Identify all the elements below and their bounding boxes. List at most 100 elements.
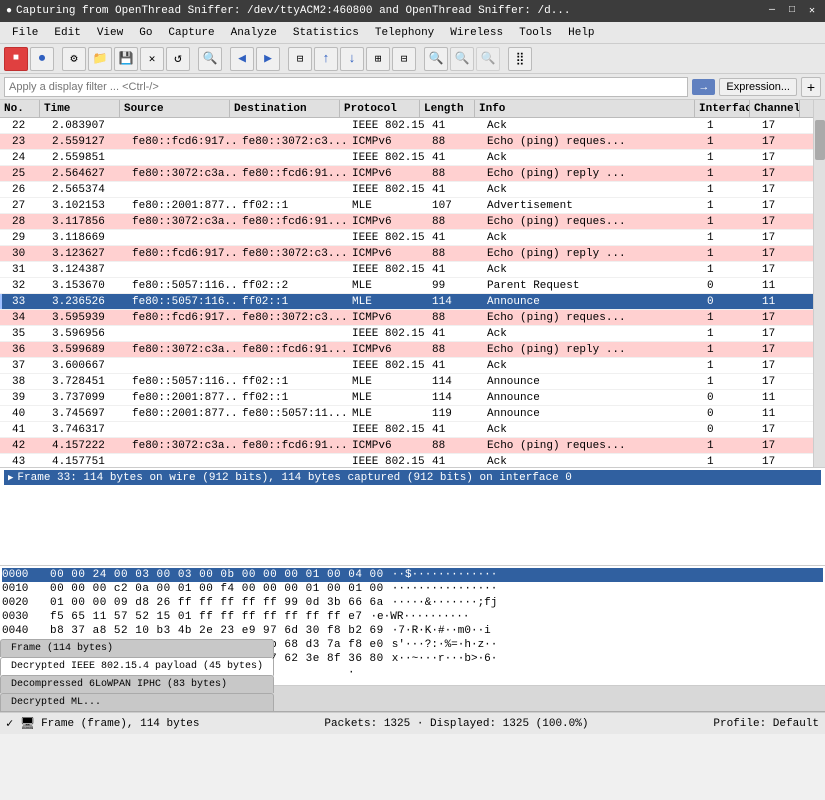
- cell: MLE: [348, 200, 428, 212]
- toolbar-zoom-out[interactable]: 🔍: [450, 47, 474, 71]
- table-row[interactable]: 434.157751IEEE 802.15.441Ack117: [0, 454, 813, 468]
- tree-item[interactable]: ▶Frame 33: 114 bytes on wire (912 bits),…: [4, 470, 821, 485]
- toolbar-forward[interactable]: ▶: [256, 47, 280, 71]
- table-row[interactable]: 232.559127fe80::fcd6:917...fe80::3072:c3…: [0, 134, 813, 150]
- toolbar-scroll-up[interactable]: ↑: [314, 47, 338, 71]
- cell: fe80::3072:c3...: [238, 136, 348, 148]
- tree-item[interactable]: ▶User Datagram Protocol, Src Port: 19788…: [4, 545, 821, 560]
- close-btn[interactable]: ✕: [805, 5, 819, 17]
- hex-row[interactable]: 0040 b8 37 a8 52 10 b3 4b 2e 23 e9 97 6d…: [2, 624, 823, 638]
- table-row[interactable]: 403.745697fe80::2001:877...fe80::5057:11…: [0, 406, 813, 422]
- menu-item-analyze[interactable]: Analyze: [223, 25, 285, 41]
- menu-item-go[interactable]: Go: [131, 25, 160, 41]
- table-row[interactable]: 343.595939fe80::fcd6:917...fe80::3072:c3…: [0, 310, 813, 326]
- toolbar-columns[interactable]: ⣿: [508, 47, 532, 71]
- hex-row[interactable]: 0020 01 00 00 09 d8 26 ff ff ff ff ff 99…: [2, 596, 823, 610]
- table-row[interactable]: 313.124387IEEE 802.15.441Ack117: [0, 262, 813, 278]
- add-filter-btn[interactable]: +: [801, 77, 821, 97]
- toolbar-open[interactable]: 📁: [88, 47, 112, 71]
- table-row[interactable]: 323.153670fe80::5057:116...ff02::2MLE99P…: [0, 278, 813, 294]
- menu-item-file[interactable]: File: [4, 25, 46, 41]
- maximize-btn[interactable]: □: [785, 5, 799, 17]
- toolbar-options[interactable]: ⚙: [62, 47, 86, 71]
- toolbar-time-ref[interactable]: ⊞: [366, 47, 390, 71]
- toolbar-zoom-in[interactable]: 🔍: [424, 47, 448, 71]
- hex-row[interactable]: 0000 00 00 24 00 03 00 03 00 0b 00 00 00…: [2, 568, 823, 582]
- table-row[interactable]: 252.564627fe80::3072:c3a...fe80::fcd6:91…: [0, 166, 813, 182]
- toolbar-time-mark[interactable]: ⊟: [392, 47, 416, 71]
- toolbar-save[interactable]: 💾: [114, 47, 138, 71]
- toolbar-back[interactable]: ◀: [230, 47, 254, 71]
- table-row[interactable]: 413.746317IEEE 802.15.441Ack017: [0, 422, 813, 438]
- cell: 1: [703, 248, 758, 260]
- tree-item[interactable]: ▶IEEE 802.15.4 Data, Dst: Broadcast, Src…: [4, 500, 821, 515]
- scrollbar-thumb[interactable]: [815, 120, 825, 160]
- menu-item-wireless[interactable]: Wireless: [442, 25, 511, 41]
- menu-item-telephony[interactable]: Telephony: [367, 25, 442, 41]
- toolbar-close[interactable]: ✕: [140, 47, 164, 71]
- hex-row[interactable]: 0010 00 00 00 c2 0a 00 01 00 f4 00 00 00…: [2, 582, 823, 596]
- col-header-source: Source: [120, 100, 230, 117]
- toolbar-scroll-down[interactable]: ↓: [340, 47, 364, 71]
- cell: 17: [758, 136, 808, 148]
- tree-item[interactable]: ▶IEEE 802.15.4 TAP: [4, 485, 821, 500]
- table-row[interactable]: 424.157222fe80::3072:c3a...fe80::fcd6:91…: [0, 438, 813, 454]
- packet-list-scrollbar[interactable]: [813, 100, 825, 468]
- tab-0[interactable]: Frame (114 bytes): [0, 639, 274, 657]
- cell: 0: [703, 408, 758, 420]
- menu-item-statistics[interactable]: Statistics: [285, 25, 367, 41]
- menu-item-capture[interactable]: Capture: [160, 25, 222, 41]
- hex-bytes: 01 00 00 09 d8 26 ff ff ff ff ff 99 0d 3…: [50, 597, 384, 609]
- tab-1[interactable]: Decrypted IEEE 802.15.4 payload (45 byte…: [0, 657, 274, 676]
- cell: ff02::1: [238, 376, 348, 388]
- toolbar-zoom-reset[interactable]: 🔍: [476, 47, 500, 71]
- menu-item-view[interactable]: View: [89, 25, 131, 41]
- cell: IEEE 802.15.4: [348, 232, 428, 244]
- filter-apply-btn[interactable]: →: [692, 79, 715, 95]
- menu-item-help[interactable]: Help: [560, 25, 602, 41]
- table-row[interactable]: 333.236526fe80::5057:116...ff02::1MLE114…: [0, 294, 813, 310]
- menu-item-tools[interactable]: Tools: [511, 25, 560, 41]
- cell: 40: [8, 408, 48, 420]
- table-row[interactable]: 373.600667IEEE 802.15.441Ack117: [0, 358, 813, 374]
- table-row[interactable]: 383.728451fe80::5057:116...ff02::1MLE114…: [0, 374, 813, 390]
- tree-label: 6LoWPAN, Src: fe80::5057:1165:f56a:663b,…: [17, 517, 373, 529]
- tree-item[interactable]: ▶Internet Protocol Version 6, Src: fe80:…: [4, 530, 821, 545]
- cell: 0: [703, 424, 758, 436]
- cell: 1: [703, 376, 758, 388]
- toolbar-restart[interactable]: ⏺: [30, 47, 54, 71]
- table-row[interactable]: 273.102153fe80::2001:877...ff02::1MLE107…: [0, 198, 813, 214]
- toolbar-find[interactable]: 🔍: [198, 47, 222, 71]
- table-row[interactable]: 303.123627fe80::fcd6:917...fe80::3072:c3…: [0, 246, 813, 262]
- tree-item[interactable]: ▶ 6LoWPAN, Src: fe80::5057:1165:f56a:663b…: [4, 515, 821, 530]
- table-row[interactable]: 353.596956IEEE 802.15.441Ack117: [0, 326, 813, 342]
- check-icon: ✓: [6, 717, 13, 731]
- cell: MLE: [348, 296, 428, 308]
- cell: 33: [8, 296, 48, 308]
- table-row[interactable]: 293.118669IEEE 802.15.441Ack117: [0, 230, 813, 246]
- cell: 41: [428, 424, 483, 436]
- cell: 114: [428, 392, 483, 404]
- tab-2[interactable]: Decompressed 6LoWPAN IPHC (83 bytes): [0, 675, 274, 693]
- cell: 31: [8, 264, 48, 276]
- toolbar-colorize[interactable]: ⊟: [288, 47, 312, 71]
- hex-row[interactable]: 0030 f5 65 11 57 52 15 01 ff ff ff ff ff…: [2, 610, 823, 624]
- expression-btn[interactable]: Expression...: [719, 78, 797, 96]
- minimize-btn[interactable]: —: [765, 5, 779, 17]
- cell: 88: [428, 344, 483, 356]
- tab-3[interactable]: Decrypted ML...: [0, 693, 274, 711]
- table-row[interactable]: 283.117856fe80::3072:c3a...fe80::fcd6:91…: [0, 214, 813, 230]
- table-row[interactable]: 242.559851IEEE 802.15.441Ack117: [0, 150, 813, 166]
- toolbar-start-stop[interactable]: ■: [4, 47, 28, 71]
- tree-arrow: ▶: [8, 518, 13, 528]
- menu-item-edit[interactable]: Edit: [46, 25, 88, 41]
- table-row[interactable]: 262.565374IEEE 802.15.441Ack117: [0, 182, 813, 198]
- table-row[interactable]: 222.083907IEEE 802.15.441Ack117: [0, 118, 813, 134]
- table-row[interactable]: 393.737099fe80::2001:877...ff02::1MLE114…: [0, 390, 813, 406]
- toolbar-reload[interactable]: ↺: [166, 47, 190, 71]
- table-row[interactable]: 363.599689fe80::3072:c3a...fe80::fcd6:91…: [0, 342, 813, 358]
- filter-input[interactable]: [4, 77, 688, 97]
- cell: 88: [428, 136, 483, 148]
- app-icon: ●: [6, 6, 12, 17]
- cell: IEEE 802.15.4: [348, 456, 428, 468]
